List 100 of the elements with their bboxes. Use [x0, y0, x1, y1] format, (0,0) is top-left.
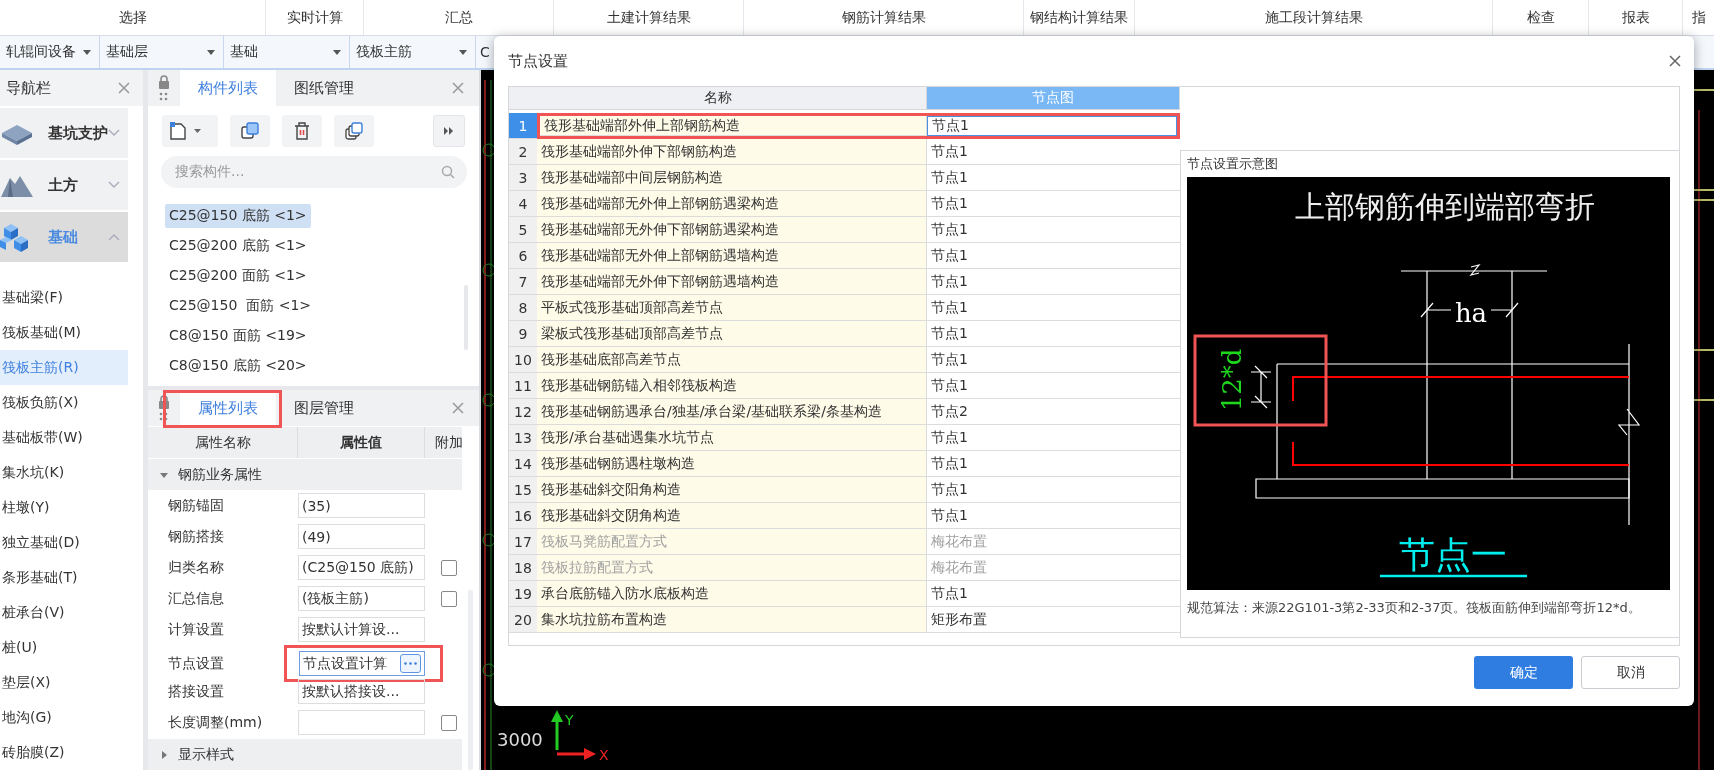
new-button[interactable]	[162, 115, 218, 147]
row-number[interactable]: 5	[509, 217, 537, 243]
dropdown[interactable]: 基础	[224, 36, 350, 68]
node-cell[interactable]: 节点1	[927, 321, 1180, 347]
nav-item[interactable]: 基础梁(F)	[0, 280, 128, 315]
column-header[interactable]: 名称	[509, 87, 927, 110]
delete-button[interactable]	[282, 115, 322, 147]
value-field[interactable]: (49)	[298, 524, 425, 549]
ribbon-tab[interactable]: 检查	[1526, 8, 1555, 27]
dropdown[interactable]: C	[476, 36, 494, 68]
close-icon[interactable]	[451, 81, 465, 95]
dropdown[interactable]: 筏板主筋	[350, 36, 476, 68]
node-cell[interactable]: 节点1	[927, 451, 1180, 477]
checkbox[interactable]	[441, 559, 457, 576]
ribbon-tab[interactable]: 报表	[1621, 8, 1650, 27]
row-number[interactable]: 14	[509, 451, 537, 477]
lock-icon[interactable]	[158, 75, 170, 101]
list-item[interactable]: C8@150 面筋 <19>	[165, 324, 311, 348]
nav-item[interactable]: 集水坑(K)	[0, 455, 128, 490]
row-number[interactable]: 8	[509, 295, 537, 321]
ribbon-tab[interactable]: 土建计算结果	[606, 8, 691, 27]
node-cell[interactable]: 节点1	[927, 425, 1180, 451]
row-number[interactable]: 2	[509, 139, 537, 165]
close-icon[interactable]	[451, 401, 465, 415]
close-icon[interactable]	[1668, 54, 1682, 68]
value-field[interactable]: 按默认计算设...	[298, 617, 425, 642]
row-number[interactable]: 12	[509, 399, 537, 425]
row-number[interactable]: 16	[509, 503, 537, 529]
node-cell[interactable]: 节点1	[927, 477, 1180, 503]
node-cell[interactable]: 矩形布置	[927, 607, 1180, 633]
list-item[interactable]: C25@200 底筋 <1>	[165, 234, 311, 258]
node-cell[interactable]: 节点1	[927, 269, 1180, 295]
node-cell[interactable]: 节点1	[927, 347, 1180, 373]
node-cell[interactable]: 节点1	[927, 373, 1180, 399]
row-number[interactable]: 9	[509, 321, 537, 347]
value-field[interactable]: (35)	[298, 493, 425, 518]
more-button[interactable]	[433, 115, 465, 147]
nav-item[interactable]: 桩承台(V)	[0, 595, 128, 630]
nav-item[interactable]: 独立基础(D)	[0, 525, 128, 560]
row-number[interactable]: 3	[509, 165, 537, 191]
ribbon-tab[interactable]: 施工段计算结果	[1264, 8, 1363, 27]
dropdown[interactable]: 轧辊间设备	[0, 36, 100, 68]
node-cell[interactable]: 节点1	[927, 116, 1177, 136]
value-field[interactable]: 按默认搭接设...	[298, 679, 425, 704]
nav-group[interactable]: 基坑支护	[0, 108, 128, 158]
ribbon-tab[interactable]: 指	[1691, 8, 1706, 27]
nav-item[interactable]: 条形基础(T)	[0, 560, 128, 595]
row-number[interactable]: 4	[509, 191, 537, 217]
list-item[interactable]: C25@150 面筋 <1>	[165, 294, 316, 318]
nav-item[interactable]: 柱墩(Y)	[0, 490, 128, 525]
value-field[interactable]	[298, 710, 425, 735]
checkbox[interactable]	[441, 714, 457, 731]
value-field[interactable]: (C25@150 底筋)	[298, 555, 425, 580]
ribbon-tab[interactable]: 实时计算	[286, 8, 343, 27]
nav-group[interactable]: 土方	[0, 160, 128, 210]
ribbon-tab[interactable]: 汇总	[444, 8, 473, 27]
lock-icon[interactable]	[158, 395, 170, 421]
value-field[interactable]: (筏板主筋)	[298, 586, 425, 611]
row-number[interactable]: 7	[509, 269, 537, 295]
row-number[interactable]: 10	[509, 347, 537, 373]
node-cell[interactable]: 节点1	[927, 217, 1180, 243]
node-cell[interactable]: 节点1	[927, 295, 1180, 321]
panel-tab[interactable]: 图纸管理	[276, 70, 372, 106]
checkbox[interactable]	[441, 590, 457, 607]
nav-item[interactable]: 桩(U)	[0, 630, 128, 665]
cancel-button[interactable]: 取消	[1581, 656, 1680, 689]
ellipsis-button[interactable]	[400, 654, 421, 673]
row-number[interactable]: 15	[509, 477, 537, 503]
list-item[interactable]: C8@150 底筋 <20>	[165, 354, 311, 378]
list-item[interactable]: C25@150 底筋 <1>	[165, 204, 311, 228]
layer-copy-button[interactable]	[334, 115, 374, 147]
nav-item[interactable]: 基础板带(W)	[0, 420, 128, 455]
node-cell[interactable]: 节点1	[927, 581, 1180, 607]
nav-item[interactable]: 砖胎膜(Z)	[0, 735, 128, 770]
copy-button[interactable]	[230, 115, 270, 147]
panel-tab[interactable]: 图层管理	[276, 390, 372, 426]
ribbon-tab[interactable]: 选择	[118, 8, 147, 27]
close-icon[interactable]	[117, 81, 131, 95]
row-number[interactable]: 20	[509, 607, 537, 633]
picker-field[interactable]: 节点设置计算	[299, 651, 425, 676]
dropdown[interactable]: 基础层	[100, 36, 224, 68]
nav-item[interactable]: 筏板主筋(R)	[0, 350, 128, 385]
row-number[interactable]: 19	[509, 581, 537, 607]
ribbon-tab[interactable]: 钢结构计算结果	[1030, 8, 1128, 27]
nav-item[interactable]: 筏板基础(M)	[0, 315, 128, 350]
node-cell[interactable]: 节点1	[927, 243, 1180, 269]
list-item[interactable]: C25@200 面筋 <1>	[165, 264, 311, 288]
row-number[interactable]: 6	[509, 243, 537, 269]
ribbon-tab[interactable]: 钢筋计算结果	[841, 8, 926, 27]
ok-button[interactable]: 确定	[1474, 656, 1573, 689]
row-number[interactable]: 11	[509, 373, 537, 399]
nav-item[interactable]: 地沟(G)	[0, 700, 128, 735]
node-cell[interactable]: 节点1	[927, 191, 1180, 217]
row-number[interactable]: 13	[509, 425, 537, 451]
property-group[interactable]: 钢筋业务属性	[148, 459, 462, 490]
property-group[interactable]: 显示样式	[148, 739, 462, 770]
node-cell[interactable]: 节点1	[927, 165, 1180, 191]
node-cell[interactable]: 节点2	[927, 399, 1180, 425]
nav-item[interactable]: 筏板负筋(X)	[0, 385, 128, 420]
panel-tab[interactable]: 构件列表	[180, 70, 276, 106]
